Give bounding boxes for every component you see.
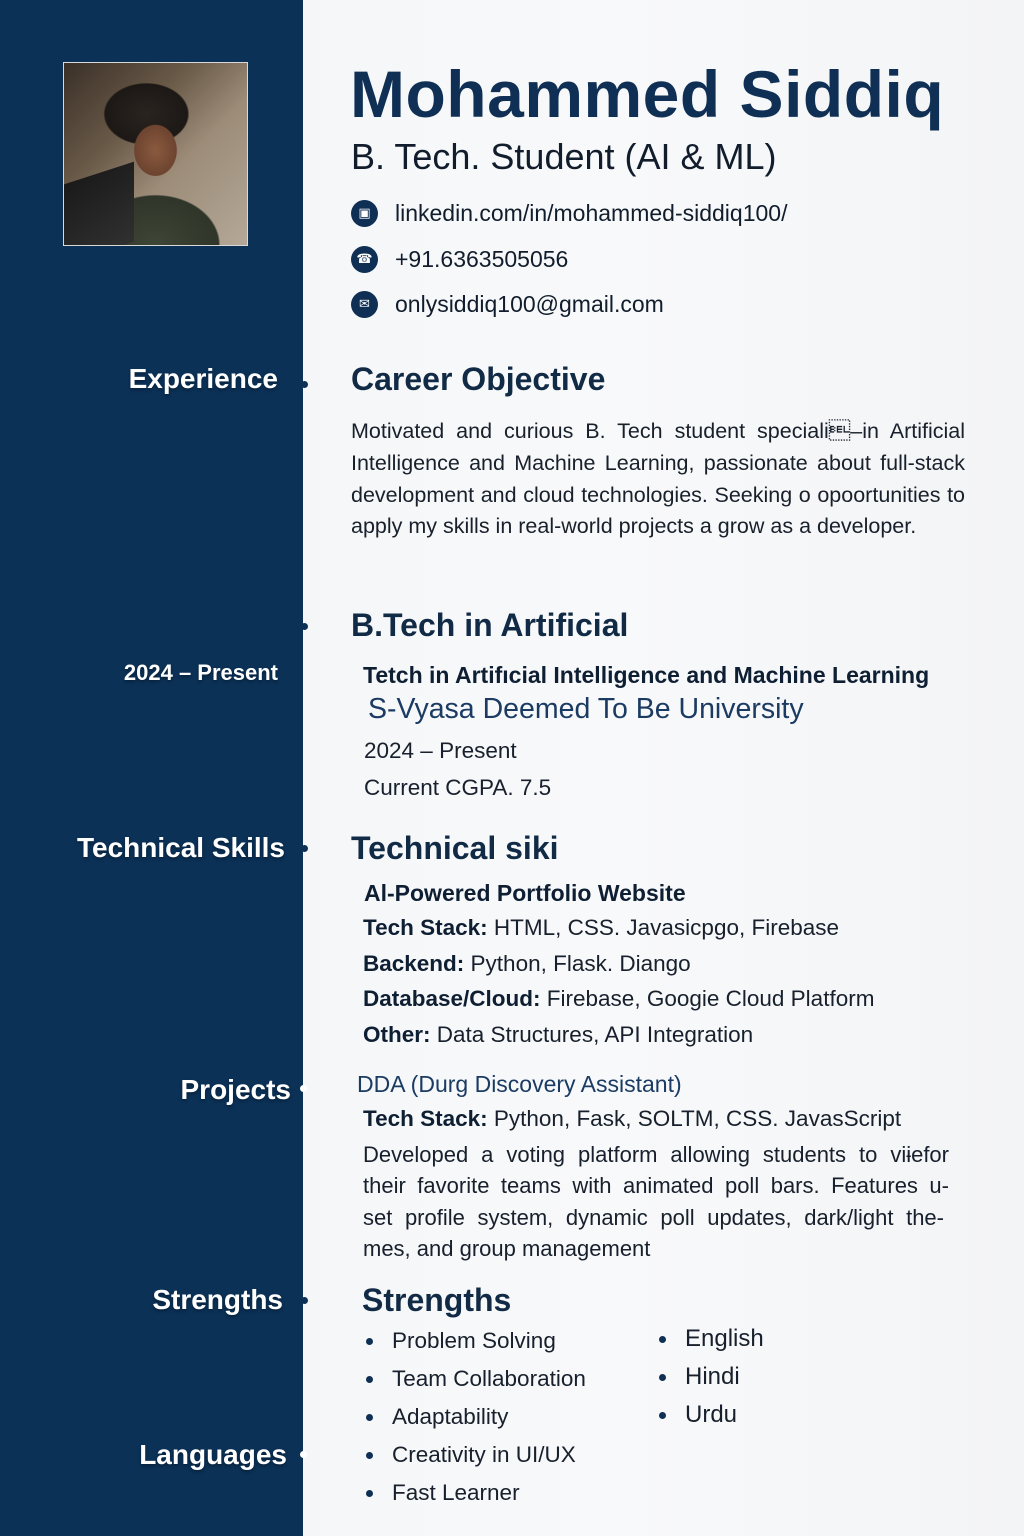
sidebar-label-strengths: Strengths — [152, 1284, 283, 1315]
skills-row: Other: Data Structures, API Integration — [363, 1022, 753, 1048]
sidebar-label-projects: Projects — [180, 1074, 292, 1105]
contact-phone[interactable]: ☎ +91.6363505056 — [351, 245, 568, 273]
section-title-strengths: Strengths — [362, 1282, 512, 1318]
strength-item: Creativity in UI/UX — [362, 1440, 586, 1478]
strength-item: Team Collaboration — [362, 1364, 586, 1402]
project-stack-label: Tech Stack: — [363, 1106, 488, 1131]
contact-linkedin[interactable]: ▣ linkedin.com/in/mohammed-siddiq100/ — [351, 199, 787, 227]
education-degree: Tetch in Artifıcial Intelligence and Mac… — [363, 662, 930, 688]
language-item: English — [655, 1324, 764, 1362]
timeline-dot-skills — [301, 845, 308, 852]
contact-email-text: onlysiddiq100@gmail.com — [395, 290, 664, 317]
project-description-line: Developed a voting platform allowing stu… — [363, 1142, 949, 1167]
skills-row-value: HTML, CSS. Javasicpgo, Firebase — [487, 915, 840, 940]
languages-list: English Hindi Urdu — [655, 1324, 764, 1438]
email-icon: ✉ — [351, 290, 378, 318]
timeline-dot-experience — [301, 381, 308, 388]
timeline-dot-education — [301, 623, 308, 630]
candidate-name: Mohammed Siddiq — [350, 57, 945, 131]
sidebar-label-experience: Experience — [128, 363, 278, 394]
education-cgpa: Current CGPA. 7.5 — [364, 775, 552, 800]
timeline-dot-languages — [300, 1451, 307, 1458]
skills-row: Database/Cloud: Firebase, Googie Cloud P… — [363, 986, 874, 1012]
timeline-dot-strengths — [301, 1297, 308, 1304]
contact-linkedin-text: linkedin.com/in/mohammed-siddiq100/ — [395, 199, 788, 226]
education-university: S-Vyasa Deemed To Be University — [368, 693, 804, 725]
contact-email[interactable]: ✉ onlysiddiq100@gmail.com — [351, 290, 664, 318]
project-stack: Tech Stack: Python, Fask, SOLTM, CSS. Ja… — [363, 1106, 901, 1132]
language-item: Urdu — [655, 1400, 764, 1438]
project-description-line: their favorite teams with animated poll … — [363, 1173, 949, 1198]
skills-row: Backend: Python, Flask. Diango — [363, 951, 691, 977]
skills-row-value: Python, Flask. Diango — [464, 951, 691, 976]
section-title-education: B.Tech in Artificial — [351, 607, 629, 643]
skills-row-value: Firebase, Googie Cloud Platform — [540, 986, 875, 1011]
project-description-line: set profile system, dynamic poll updates… — [363, 1205, 944, 1230]
candidate-role: B. Tech. Student (AI & ML) — [351, 136, 777, 177]
sidebar-label-date: 2024 – Present — [123, 660, 278, 685]
strength-item: Fast Learner — [362, 1478, 586, 1516]
profile-photo — [63, 62, 248, 246]
skills-row-label: Tech Stack: — [363, 915, 488, 940]
photo-shadow — [64, 161, 134, 245]
strengths-list: Problem Solving Team Collaboration Adapt… — [362, 1326, 586, 1516]
section-title-objective: Career Objective — [351, 361, 606, 397]
skills-row-label: Backend: — [363, 951, 465, 976]
objective-text: Motivated and curious B. Tech student sp… — [351, 419, 965, 539]
project-title: DDA (Durg Discovery Assistant) — [357, 1071, 682, 1097]
project-description-line: mes, and group management — [363, 1236, 651, 1261]
skills-subtitle: Al-Powered Portfolio Website — [364, 880, 686, 906]
education-period: 2024 – Present — [364, 738, 517, 763]
sidebar-label-languages: Languages — [139, 1439, 287, 1470]
timeline-dot-projects — [300, 1085, 307, 1092]
sidebar-label-technical-skills: Technical Skills — [76, 832, 285, 863]
strength-item: Adaptability — [362, 1402, 586, 1440]
project-stack-value: Python, Fask, SOLTM, CSS. JavasScript — [487, 1106, 902, 1131]
linkedin-icon: ▣ — [351, 199, 378, 227]
section-title-skills: Technical siki — [351, 830, 559, 866]
contact-phone-text: +91.6363505056 — [395, 245, 569, 272]
skills-row-value: Data Structures, API Integration — [430, 1022, 754, 1047]
phone-icon: ☎ — [351, 245, 378, 273]
skills-row: Tech Stack: HTML, CSS. Javasicpgo, Fireb… — [363, 915, 839, 941]
skills-row-label: Database/Cloud: — [363, 986, 541, 1011]
language-item: Hindi — [655, 1362, 764, 1400]
strength-item: Problem Solving — [362, 1326, 586, 1364]
skills-row-label: Other: — [363, 1022, 431, 1047]
